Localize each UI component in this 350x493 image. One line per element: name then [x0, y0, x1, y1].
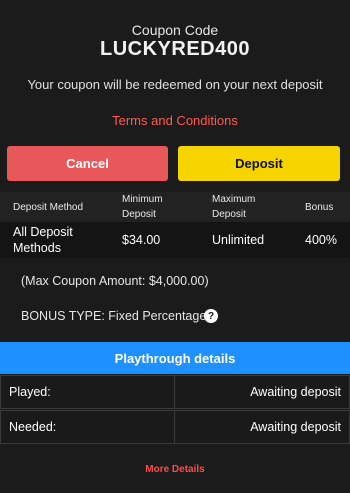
cell-maximum-deposit: Unlimited — [212, 233, 265, 247]
header-minimum-deposit: Minimum Deposit — [122, 194, 163, 220]
cancel-button[interactable]: Cancel — [7, 146, 168, 181]
coupon-panel: Coupon Code LUCKYRED400 Your coupon will… — [0, 0, 350, 493]
playthrough-row-needed: Needed: Awaiting deposit — [0, 410, 350, 444]
deposit-table-header: Deposit Method Minimum Deposit Maximum D… — [0, 192, 350, 222]
needed-value: Awaiting deposit — [175, 410, 350, 444]
table-row: All Deposit Methods $34.00 Unlimited 400… — [0, 222, 350, 258]
more-details-link[interactable]: More Details — [0, 464, 350, 475]
coupon-code-label: Coupon Code — [131, 22, 219, 38]
header-maximum-deposit: Maximum Deposit — [212, 194, 256, 220]
bonus-type: BONUS TYPE: Fixed Percentage. — [21, 309, 210, 323]
deposit-table: Deposit Method Minimum Deposit Maximum D… — [0, 192, 350, 258]
deposit-button[interactable]: Deposit — [178, 146, 340, 181]
playthrough-row-played: Played: Awaiting deposit — [0, 375, 350, 409]
help-icon[interactable]: ? — [204, 309, 218, 323]
needed-label: Needed: — [0, 410, 175, 444]
max-coupon-amount: (Max Coupon Amount: $4,000.00) — [21, 274, 209, 288]
playthrough-header: Playthrough details — [0, 342, 350, 374]
header-deposit-method: Deposit Method — [13, 201, 84, 213]
terms-and-conditions-link[interactable]: Terms and Conditions — [0, 113, 350, 128]
cell-deposit-method: All Deposit Methods — [13, 225, 73, 255]
played-label: Played: — [0, 375, 175, 409]
cell-minimum-deposit: $34.00 — [122, 233, 161, 247]
header-bonus: Bonus — [305, 201, 334, 213]
coupon-code-value: LUCKYRED400 — [100, 38, 250, 60]
cell-bonus: 400% — [305, 233, 337, 247]
played-value: Awaiting deposit — [175, 375, 350, 409]
redeem-note: Your coupon will be redeemed on your nex… — [27, 77, 323, 92]
